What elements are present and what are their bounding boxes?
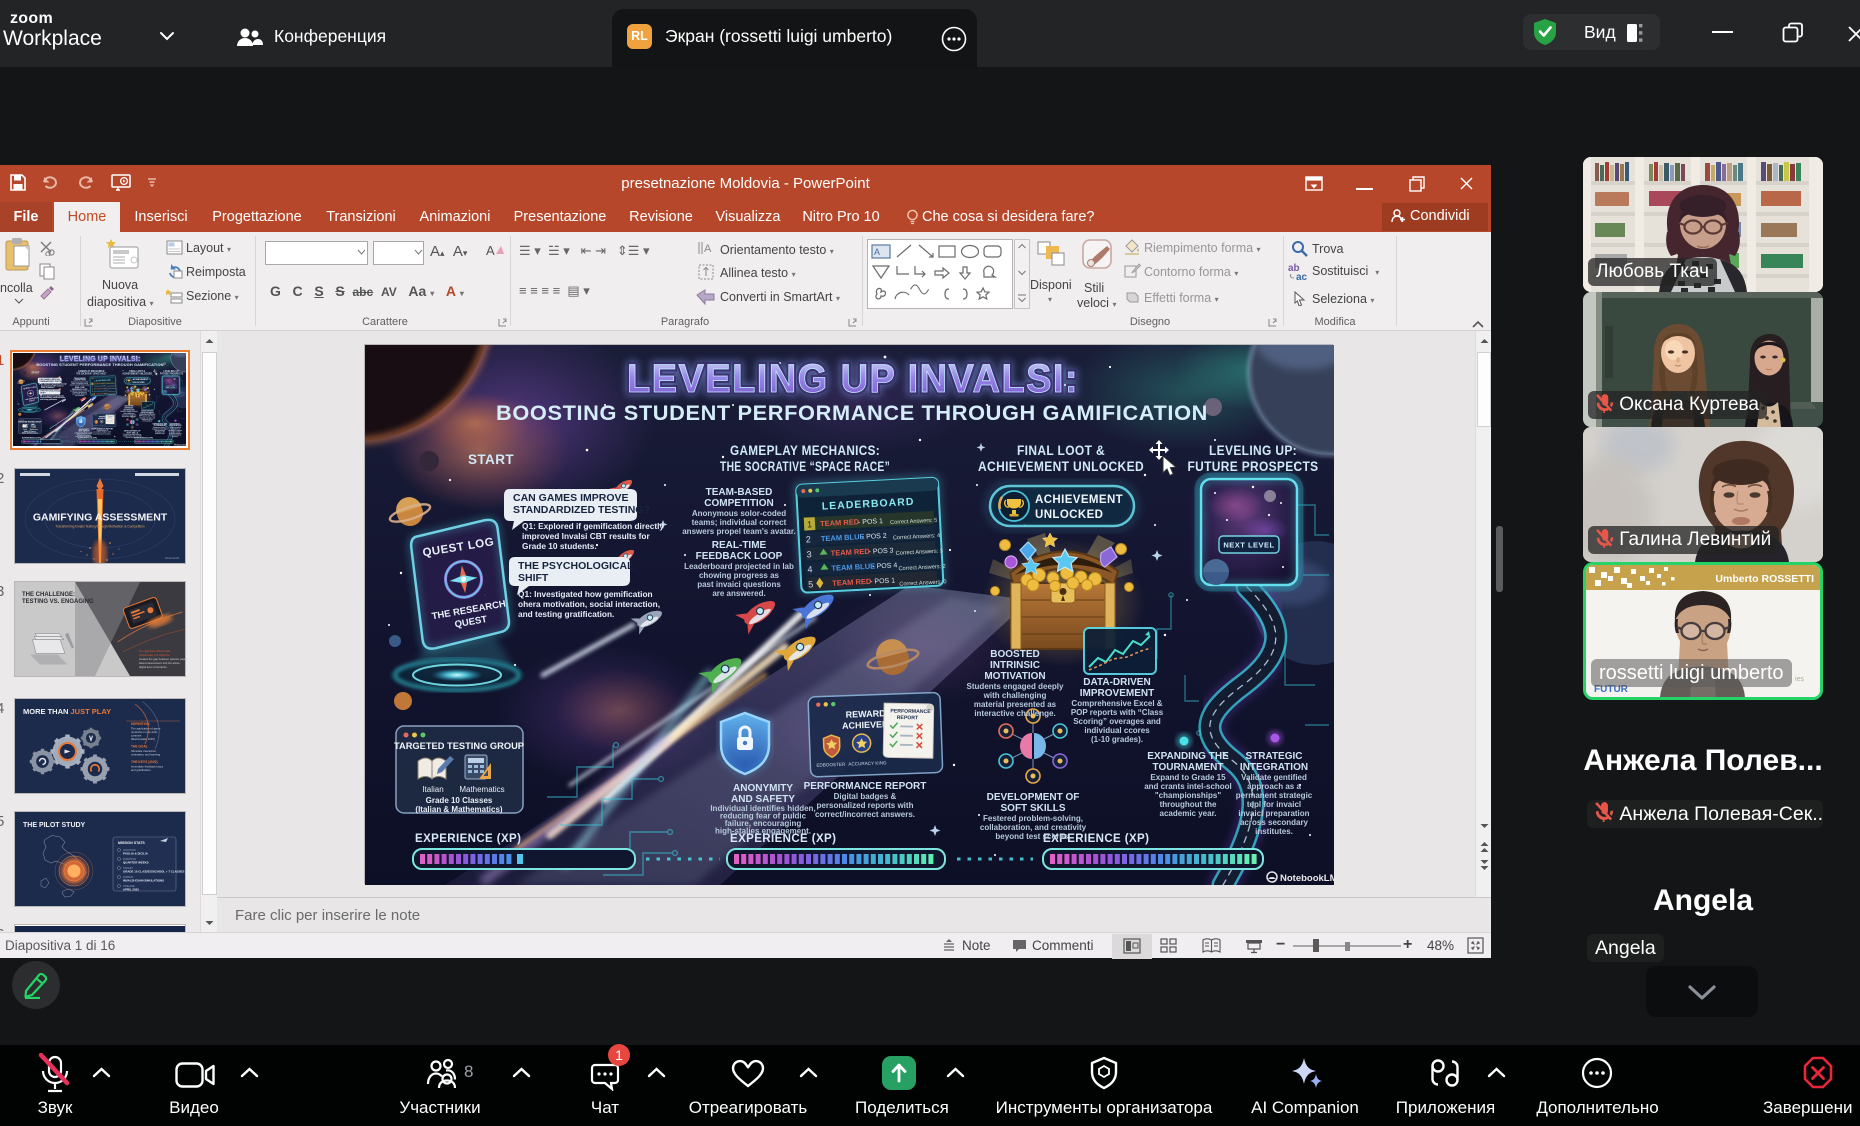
svg-text:ies: ies: [1795, 676, 1804, 683]
svg-text:Umberto ROSSETTI: Umberto ROSSETTI: [1715, 573, 1814, 585]
svg-text:A: A: [486, 243, 495, 258]
svg-text:A: A: [874, 247, 880, 257]
svg-text:A: A: [704, 243, 712, 255]
svg-text:ac: ac: [1296, 272, 1308, 282]
